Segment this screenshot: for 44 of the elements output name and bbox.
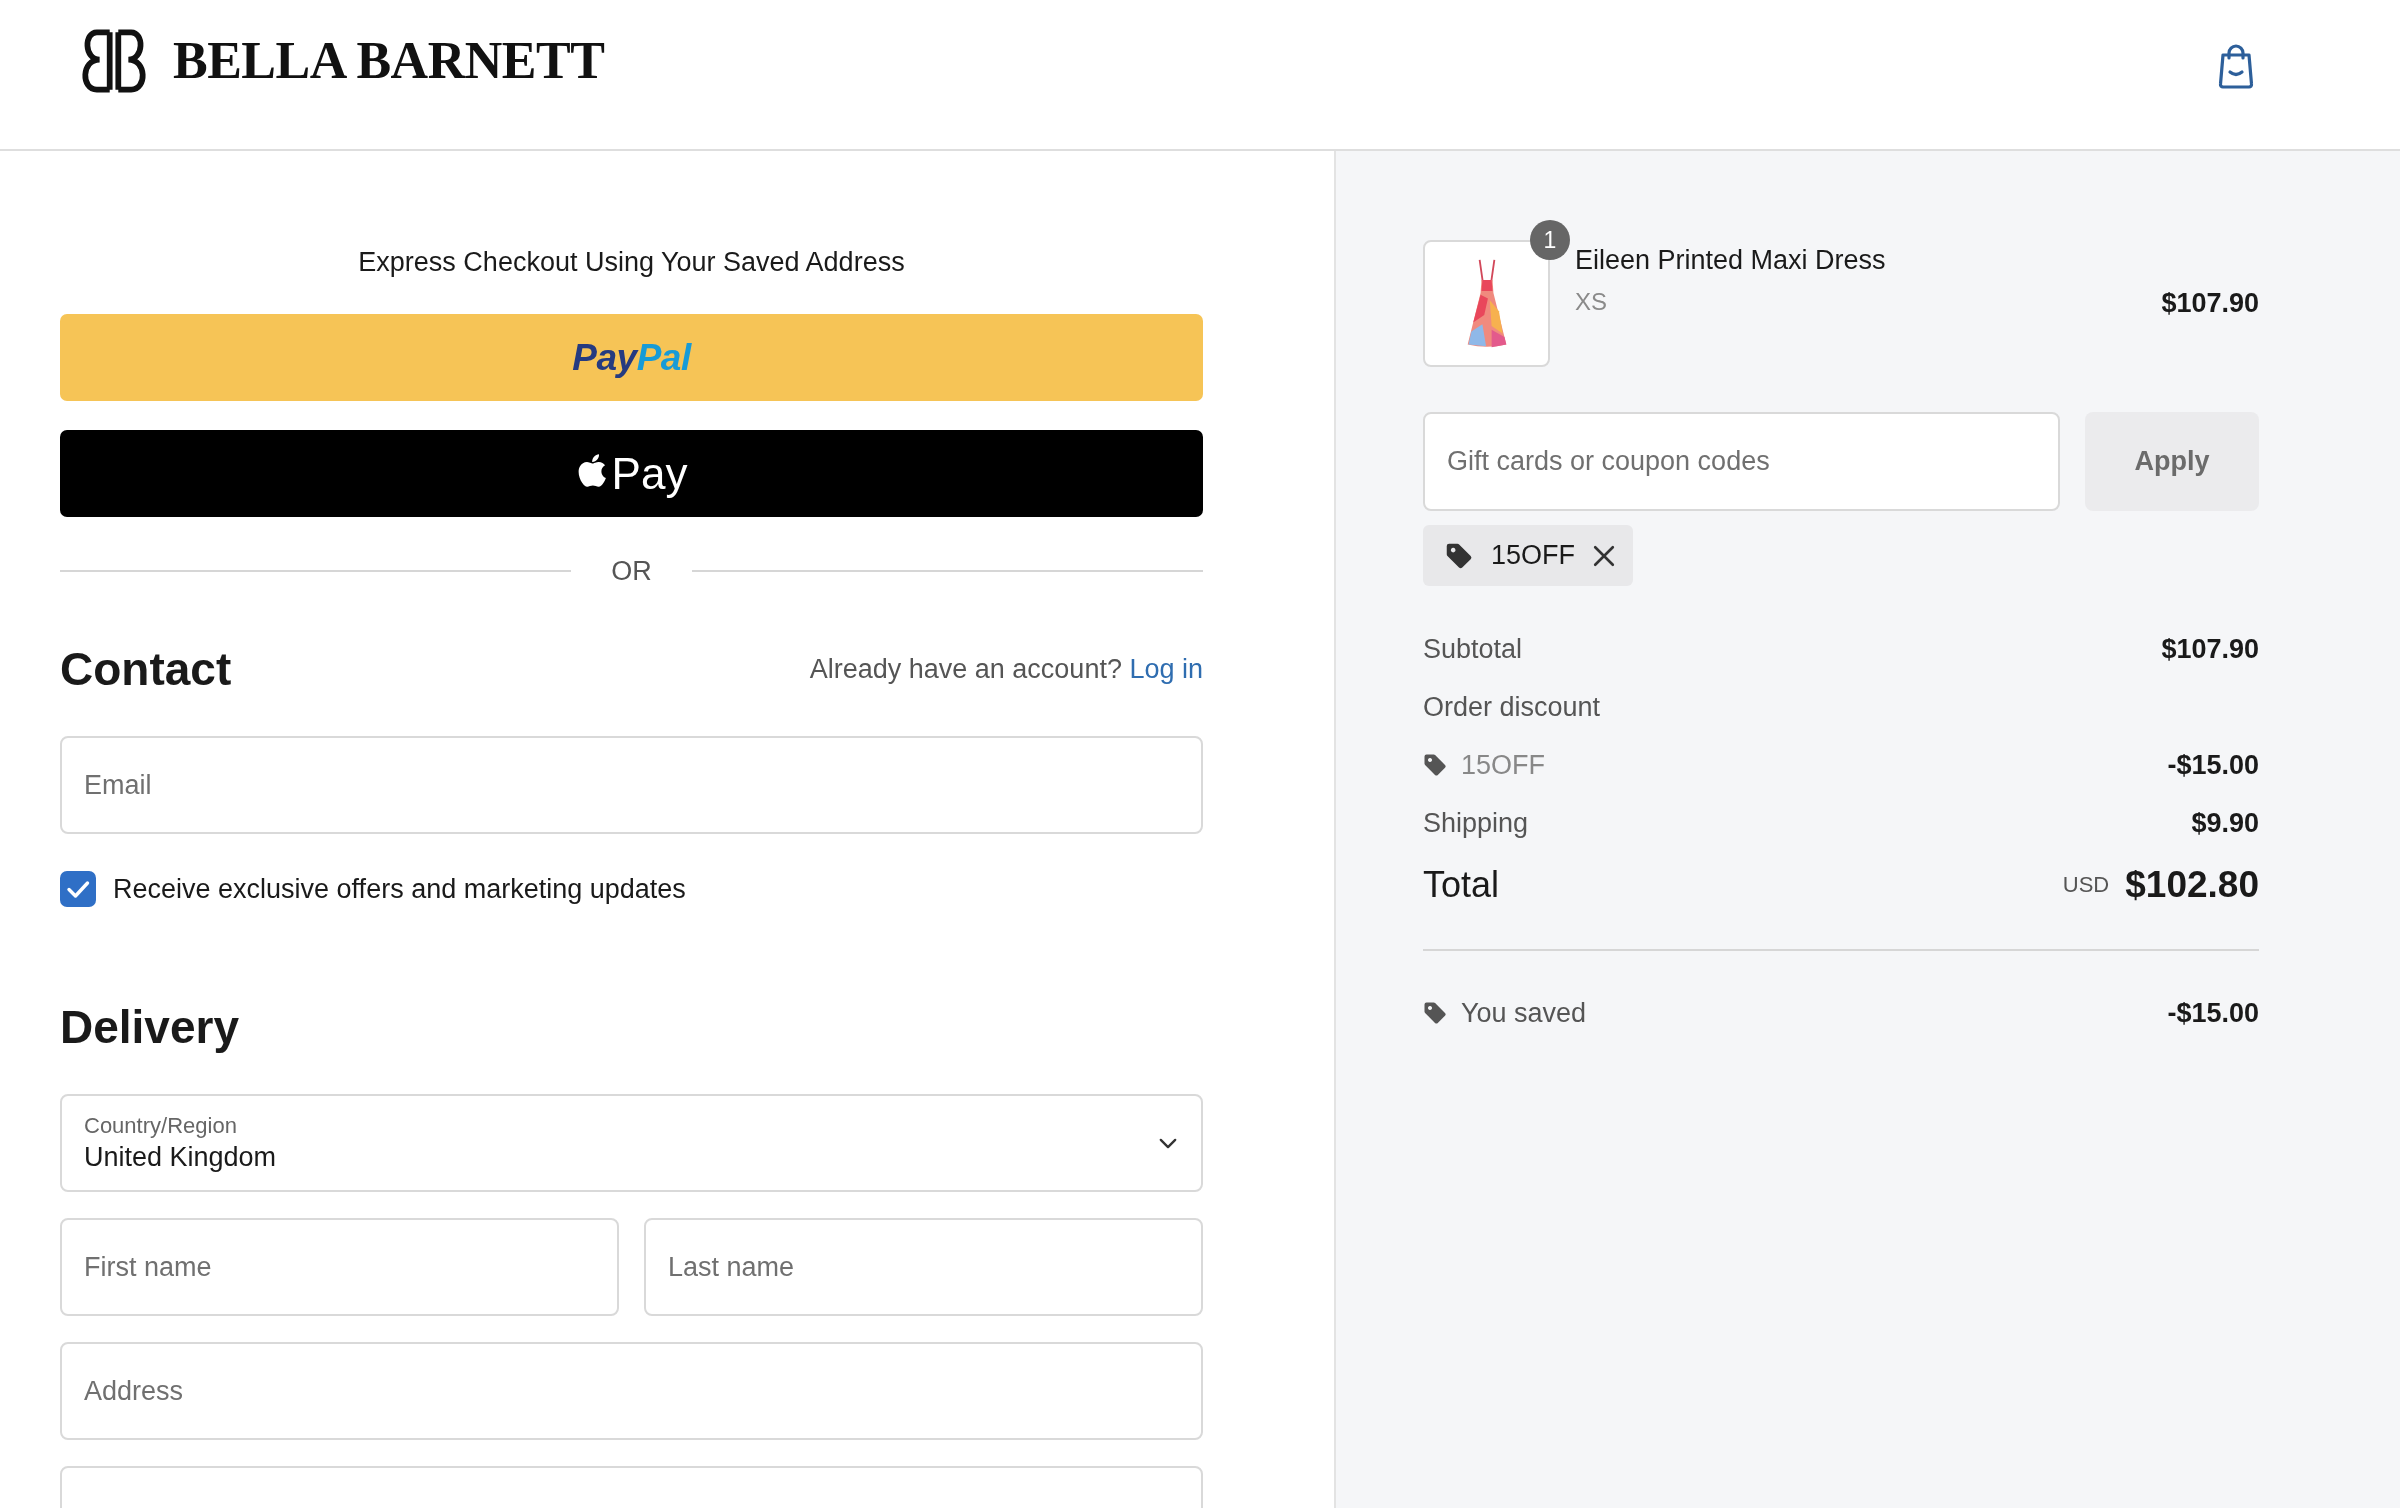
input-field[interactable]: Email: [60, 736, 1203, 834]
shopping-bag-icon[interactable]: [2217, 43, 2255, 89]
input-field[interactable]: Last name: [644, 1218, 1203, 1316]
paypal-button[interactable]: PayPal: [60, 314, 1203, 401]
login-link[interactable]: Log in: [1129, 653, 1203, 684]
checkbox-label: Receive exclusive offers and marketing updates: [113, 873, 686, 905]
divider-label: OR: [610, 555, 653, 587]
tag-icon: [1445, 541, 1473, 570]
summary-value: -$15.00: [2167, 749, 2259, 781]
input-field[interactable]: Gift cards or coupon codes: [1423, 412, 2060, 511]
checkbox[interactable]: [60, 871, 96, 907]
select-field[interactable]: Country/Region United Kingdom: [60, 1094, 1203, 1192]
quantity-badge: 1: [1530, 220, 1570, 260]
field-label: Country/Region: [84, 1112, 238, 1140]
total-amount: $102.80: [2125, 864, 2259, 906]
summary-label: Order discount: [1423, 691, 1601, 723]
input-field[interactable]: Address: [60, 1342, 1203, 1440]
summary-label: Shipping: [1423, 807, 1529, 839]
brand-name[interactable]: BELLA BARNETT: [173, 35, 605, 87]
section-heading: Delivery: [60, 1000, 239, 1055]
section-heading: Contact: [60, 642, 232, 697]
discount-code: 15OFF: [1461, 749, 1546, 781]
product-name: Eileen Printed Maxi Dress: [1575, 244, 1887, 276]
tag-icon: [1423, 753, 1447, 777]
select-value: United Kingdom: [84, 1141, 277, 1174]
discount-code: 15OFF: [1491, 540, 1576, 571]
product-variant: XS: [1575, 287, 1608, 317]
savings-value: -$15.00: [2167, 997, 2259, 1029]
apply-button[interactable]: Apply: [2085, 412, 2259, 511]
account-prompt: Already have an account? Log in: [809, 653, 1203, 685]
close-icon: [1593, 544, 1616, 567]
summary-label: Subtotal: [1423, 633, 1523, 665]
summary-value: $9.90: [2191, 807, 2259, 839]
total-label: Total: [1423, 864, 1500, 906]
currency-code: USD: [2062, 872, 2110, 898]
input-field[interactable]: First name: [60, 1218, 619, 1316]
express-checkout-title: Express Checkout Using Your Saved Address: [357, 246, 906, 278]
chevron-down-icon: [1159, 1137, 1177, 1149]
savings-label: You saved: [1461, 997, 1587, 1029]
remove-code-button[interactable]: [1593, 544, 1616, 567]
tag-icon: [1423, 1001, 1447, 1025]
apple-pay-button[interactable]: Pay: [60, 430, 1203, 517]
summary-value: $107.90: [2161, 633, 2259, 665]
product-price: $107.90: [2161, 288, 2259, 319]
